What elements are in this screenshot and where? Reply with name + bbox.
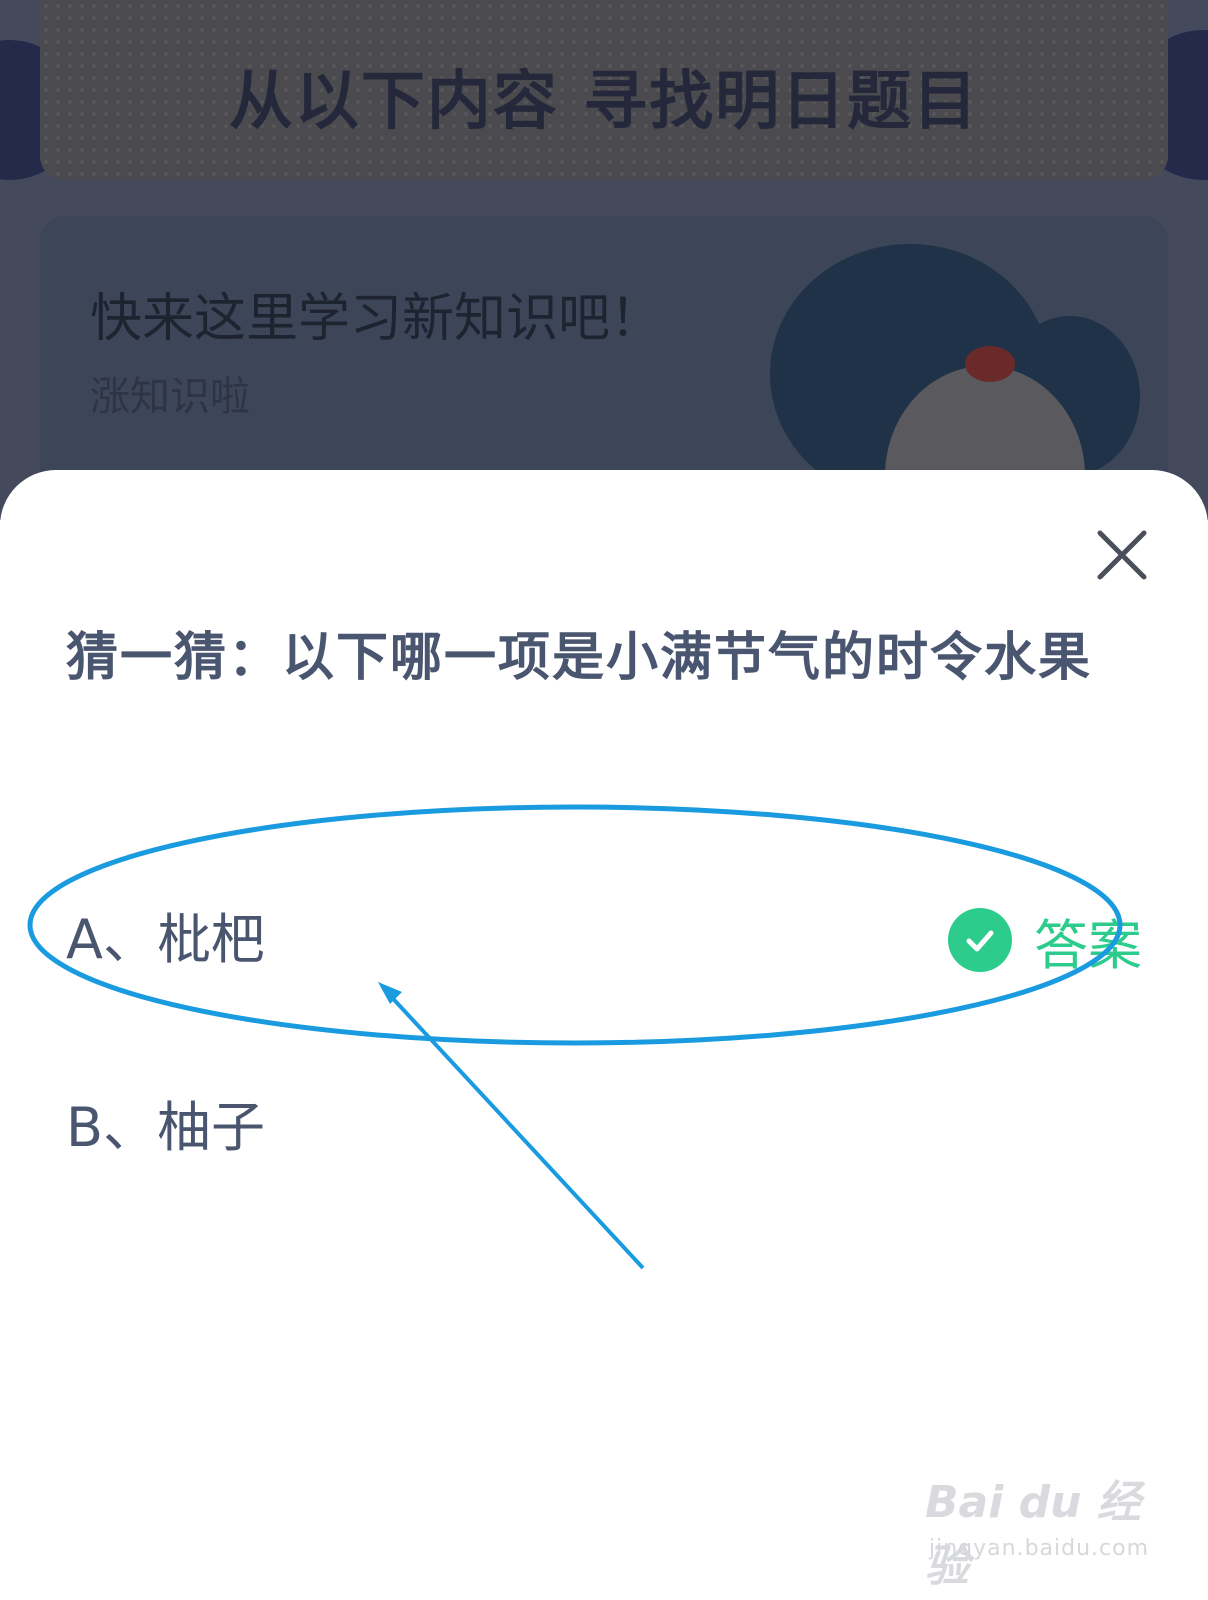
check-circle-icon [948,908,1012,972]
study-card-subtitle: 涨知识啦 [90,374,250,420]
close-button[interactable] [1092,525,1152,585]
question-text: 猜一猜：以下哪一项是小满节气的时令水果 [66,628,1093,688]
option-b-label: B、柚子 [66,1096,266,1159]
answer-badge: 答案 [948,904,1142,977]
study-card-title: 快来这里学习新知识吧！ [90,289,663,349]
header-banner: 从以下内容 寻找明日题目 [40,0,1168,180]
chick-comb [965,346,1015,382]
answer-label: 答案 [1034,913,1142,977]
watermark-url: jingyan.baidu.com [929,1536,1150,1561]
close-icon [1097,530,1147,580]
baidu-watermark: Bai du 经验 jingyan.baidu.com [925,1466,1175,1592]
header-title: 从以下内容 寻找明日题目 [228,65,980,139]
background-page: 从以下内容 寻找明日题目 快来这里学习新知识吧！ 涨知识啦 [0,0,1208,520]
option-b[interactable]: B、柚子 [66,1078,1146,1178]
option-a-label: A、枇杷 [66,908,265,971]
watermark-brand: Bai du 经验 [925,1477,1141,1592]
